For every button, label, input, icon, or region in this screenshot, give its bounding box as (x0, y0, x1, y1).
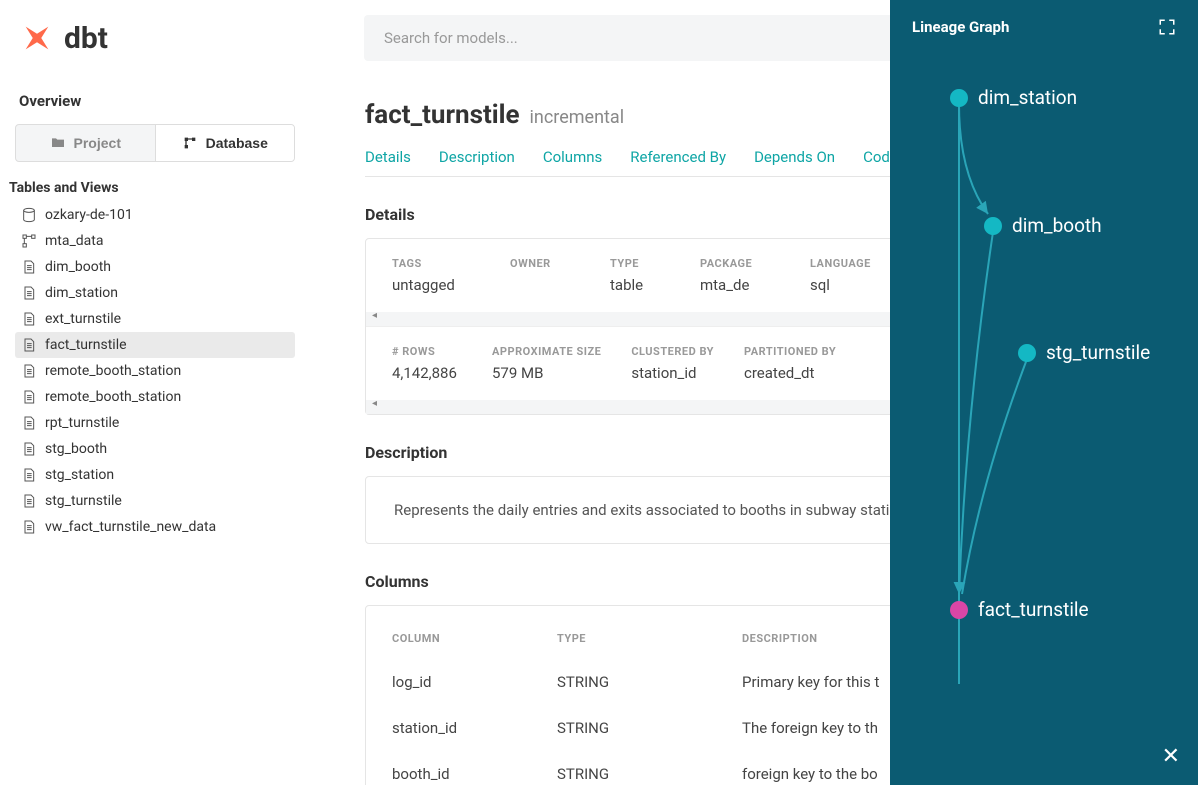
tree-item-stg-turnstile[interactable]: stg_turnstile (15, 488, 295, 514)
tree-schema[interactable]: mta_data (15, 228, 295, 254)
tree-item-remote-booth-station-2[interactable]: remote_booth_station (15, 384, 295, 410)
details-value-clustered: station_id (631, 364, 714, 382)
lineage-node-stg-turnstile[interactable]: stg_turnstile (1018, 341, 1150, 364)
details-value-partitioned: created_dt (744, 364, 836, 382)
database-icon (21, 207, 37, 223)
file-icon (21, 311, 37, 327)
tree-item-ext-turnstile[interactable]: ext_turnstile (15, 306, 295, 332)
file-icon (21, 389, 37, 405)
expand-icon[interactable] (1158, 18, 1176, 36)
tab-referenced-by[interactable]: Referenced By (630, 148, 726, 166)
lineage-node-dim-booth[interactable]: dim_booth (984, 214, 1102, 237)
tab-database[interactable]: Database (155, 125, 295, 161)
details-label-clustered: CLUSTERED BY (631, 345, 714, 358)
tree-item-vw-fact-turnstile[interactable]: vw_fact_turnstile_new_data (15, 514, 295, 540)
brand-text: dbt (64, 21, 108, 56)
file-icon (21, 259, 37, 275)
tree-item-fact-turnstile[interactable]: fact_turnstile (15, 332, 295, 358)
file-icon (21, 493, 37, 509)
details-label-rows: # ROWS (392, 345, 462, 358)
details-label-type: TYPE (610, 257, 660, 270)
file-icon (21, 415, 37, 431)
model-materialization: incremental (530, 107, 625, 128)
tree-item-stg-booth[interactable]: stg_booth (15, 436, 295, 462)
dbt-logo-icon (20, 21, 54, 55)
details-label-size: APPROXIMATE SIZE (492, 345, 601, 358)
tab-depends-on[interactable]: Depends On (754, 148, 835, 166)
schema-icon (21, 233, 37, 249)
file-icon (21, 519, 37, 535)
details-value-rows: 4,142,886 (392, 364, 462, 382)
details-label-package: PACKAGE (700, 257, 770, 270)
project-database-tabs: Project Database (15, 124, 295, 162)
file-icon (21, 467, 37, 483)
node-dot-icon (984, 217, 1002, 235)
details-label-tags: TAGS (392, 257, 470, 270)
close-icon[interactable]: ✕ (1162, 744, 1180, 769)
file-icon (21, 363, 37, 379)
lineage-panel: Lineage Graph dim_station dim_booth stg_… (890, 0, 1198, 785)
overview-link[interactable]: Overview (15, 86, 295, 124)
logo[interactable]: dbt (20, 21, 364, 56)
columns-header-column: COLUMN (392, 632, 557, 645)
tree-item-dim-booth[interactable]: dim_booth (15, 254, 295, 280)
details-label-language: LANGUAGE (810, 257, 885, 270)
node-dot-icon (1018, 344, 1036, 362)
details-value-package: mta_de (700, 276, 770, 294)
details-value-language: sql (810, 276, 885, 294)
tree-database[interactable]: ozkary-de-101 (15, 202, 295, 228)
tab-details[interactable]: Details (365, 148, 411, 166)
tree-item-dim-station[interactable]: dim_station (15, 280, 295, 306)
schema-icon (182, 135, 198, 151)
lineage-graph[interactable]: dim_station dim_booth stg_turnstile fact… (890, 54, 1198, 694)
node-dot-icon (950, 89, 968, 107)
sidebar: Overview Project Database Tables and Vie… (0, 76, 305, 785)
details-value-type: table (610, 276, 660, 294)
tab-description[interactable]: Description (439, 148, 515, 166)
details-value-tags: untagged (392, 276, 470, 294)
tree-item-rpt-turnstile[interactable]: rpt_turnstile (15, 410, 295, 436)
node-dot-icon (950, 601, 968, 619)
tree-item-remote-booth-station-1[interactable]: remote_booth_station (15, 358, 295, 384)
tables-views-heading: Tables and Views (9, 180, 295, 196)
tree-item-stg-station[interactable]: stg_station (15, 462, 295, 488)
tab-project[interactable]: Project (16, 125, 155, 161)
file-icon (21, 337, 37, 353)
lineage-title: Lineage Graph (912, 18, 1009, 36)
tab-columns[interactable]: Columns (543, 148, 602, 166)
columns-header-type: TYPE (557, 632, 742, 645)
file-icon (21, 285, 37, 301)
file-icon (21, 441, 37, 457)
details-value-size: 579 MB (492, 364, 601, 382)
lineage-node-fact-turnstile[interactable]: fact_turnstile (950, 598, 1089, 621)
folder-icon (50, 135, 66, 151)
details-label-owner: OWNER (510, 257, 570, 270)
model-name: fact_turnstile (365, 100, 520, 130)
details-label-partitioned: PARTITIONED BY (744, 345, 836, 358)
lineage-node-dim-station[interactable]: dim_station (950, 86, 1077, 109)
